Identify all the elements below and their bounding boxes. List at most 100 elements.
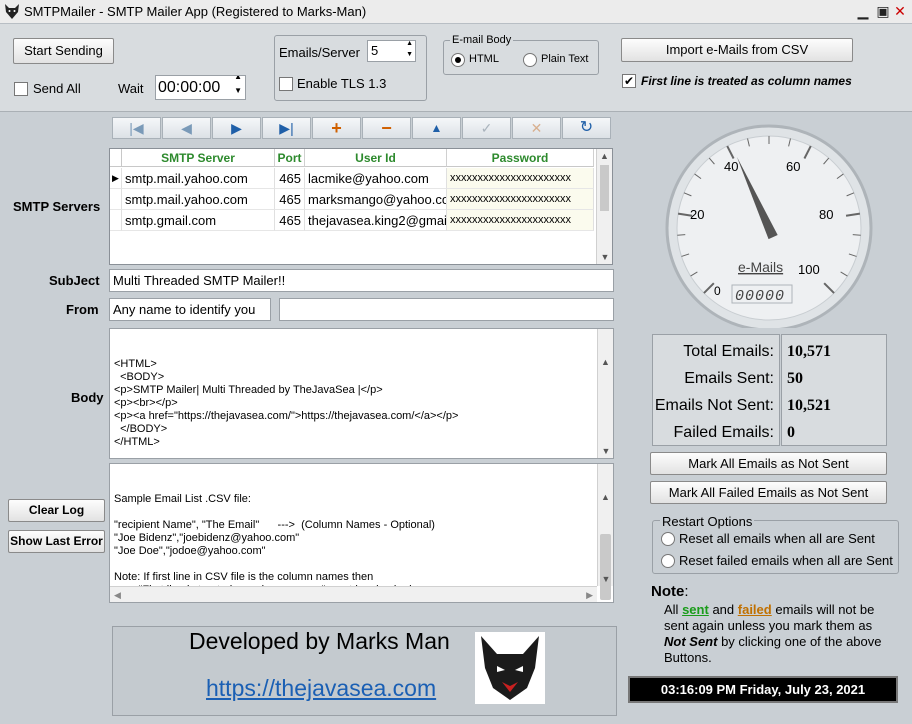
first-line-label: First line is treated as column names (641, 74, 852, 88)
gauge-tick (677, 234, 686, 236)
grid-scrollbar[interactable]: ▲ ▼ (596, 149, 612, 264)
clear-log-button[interactable]: Clear Log (8, 499, 105, 522)
gauge-tick-label: 40 (724, 159, 738, 174)
failed-emails-value: 0 (787, 424, 795, 441)
nav-cancel-button[interactable]: ✕ (512, 117, 561, 139)
emails-per-server-input[interactable]: 5 ▲ ▼ (367, 40, 416, 62)
cell-password[interactable]: xxxxxxxxxxxxxxxxxxxxxx (447, 189, 594, 210)
cell-server[interactable]: smtp.gmail.com (122, 210, 275, 231)
gauge-tick-label: 60 (786, 159, 800, 174)
nav-refresh-button[interactable]: ↻ (562, 117, 611, 139)
cell-server[interactable]: smtp.mail.yahoo.com (122, 168, 275, 189)
window-title: SMTPMailer - SMTP Mailer App (Registered… (24, 4, 367, 19)
first-line-checkbox[interactable]: ✔ (622, 74, 636, 88)
stats-values-panel: 10,571 50 10,521 0 (781, 334, 887, 446)
col-password[interactable]: Password (447, 149, 594, 167)
from-name-input[interactable]: Any name to identify you (109, 298, 271, 321)
smtp-servers-grid[interactable]: SMTP Server Port User Id Password ▶ smtp… (109, 148, 613, 265)
show-last-error-button[interactable]: Show Last Error (8, 530, 105, 553)
cell-user[interactable]: lacmike@yahoo.com (305, 168, 447, 189)
failed-emails-label: Failed Emails: (673, 424, 774, 441)
scroll-left-icon[interactable]: ◀ (114, 589, 121, 602)
nav-next-button[interactable]: ▶ (212, 117, 261, 139)
row-indicator-icon: ▶ (110, 168, 122, 189)
cell-port[interactable]: 465 (275, 189, 305, 210)
log-vscrollbar[interactable]: ▲ ▼ (597, 464, 613, 600)
scroll-up-icon[interactable]: ▲ (598, 490, 613, 504)
scroll-up-icon[interactable]: ▲ (597, 149, 612, 163)
mark-all-not-sent-button[interactable]: Mark All Emails as Not Sent (650, 452, 887, 475)
scroll-thumb[interactable] (600, 534, 611, 600)
nav-post-button[interactable]: ✓ (462, 117, 511, 139)
note-text: All sent and failed emails will not be s… (664, 602, 882, 665)
enable-tls-checkbox[interactable] (279, 77, 293, 91)
spin-down-icon[interactable]: ▼ (406, 50, 413, 60)
mark-failed-not-sent-button[interactable]: Mark All Failed Emails as Not Sent (650, 481, 887, 504)
html-radio-label: HTML (469, 53, 499, 65)
start-sending-button[interactable]: Start Sending (13, 38, 114, 64)
wait-spin-up-icon[interactable]: ▲ (234, 76, 242, 83)
nav-insert-button[interactable]: + (312, 117, 361, 139)
body-editor[interactable]: <HTML> <BODY> <p>SMTP Mailer| Multi Thre… (109, 328, 614, 459)
enable-tls-label: Enable TLS 1.3 (297, 76, 387, 91)
failed-keyword: failed (737, 602, 772, 617)
stats-labels-panel: Total Emails: Emails Sent: Emails Not Se… (652, 334, 780, 446)
note-heading: Note: (651, 583, 689, 600)
body-text: <HTML> <BODY> <p>SMTP Mailer| Multi Thre… (114, 358, 459, 448)
cell-port[interactable]: 465 (275, 210, 305, 231)
subject-input[interactable]: Multi Threaded SMTP Mailer!! (109, 269, 614, 292)
html-radio[interactable] (451, 53, 465, 67)
wolf-logo-icon (475, 632, 545, 704)
scroll-right-icon[interactable]: ▶ (586, 589, 593, 602)
col-smtp-server[interactable]: SMTP Server (122, 149, 275, 167)
gauge-tick (852, 234, 861, 236)
wait-time-input[interactable]: 00:00:00 ▲ ▼ (155, 75, 246, 100)
gauge-tick-label: 80 (819, 207, 833, 222)
log-hscrollbar[interactable]: ◀ ▶ (110, 586, 597, 602)
scroll-thumb[interactable] (600, 165, 609, 211)
emails-per-server-value: 5 (371, 43, 379, 58)
emails-sent-value: 50 (787, 370, 803, 387)
nav-first-button[interactable]: |◀ (112, 117, 161, 139)
plain-text-radio[interactable] (523, 53, 537, 67)
cell-user[interactable]: thejavasea.king2@gmai (305, 210, 447, 231)
grid-indicator-header (110, 149, 122, 167)
reset-failed-radio[interactable] (661, 554, 675, 568)
nav-last-button[interactable]: ▶| (262, 117, 311, 139)
cell-password[interactable]: xxxxxxxxxxxxxxxxxxxxxx (447, 210, 594, 231)
spin-up-icon[interactable]: ▲ (406, 41, 413, 49)
wait-label: Wait (118, 81, 144, 96)
scroll-up-icon[interactable]: ▲ (598, 355, 613, 369)
plain-text-radio-label: Plain Text (541, 53, 589, 65)
send-all-checkbox[interactable] (14, 82, 28, 96)
emails-gauge: 0 20 40 60 80 100 e-Mails 00000 (665, 124, 873, 328)
from-email-input[interactable] (279, 298, 614, 321)
close-button[interactable]: ✕ (889, 1, 911, 21)
wait-spin-down-icon[interactable]: ▼ (234, 85, 242, 97)
cell-server[interactable]: smtp.mail.yahoo.com (122, 189, 275, 210)
emails-per-server-label: Emails/Server (279, 45, 360, 60)
minimize-button[interactable]: ▁ (852, 1, 874, 21)
row-indicator (110, 189, 122, 210)
sent-keyword: sent (682, 602, 709, 617)
nav-delete-button[interactable]: − (362, 117, 411, 139)
scroll-down-icon[interactable]: ▼ (598, 444, 613, 458)
cell-user[interactable]: marksmango@yahoo.co (305, 189, 447, 210)
scroll-down-icon[interactable]: ▼ (597, 250, 613, 264)
col-port[interactable]: Port (275, 149, 305, 167)
cell-port[interactable]: 465 (275, 168, 305, 189)
wolf-logo-icon (5, 4, 19, 19)
log-memo[interactable]: Sample Email List .CSV file: "recipient … (109, 463, 614, 603)
log-text: Sample Email List .CSV file: "recipient … (114, 493, 435, 596)
scroll-down-icon[interactable]: ▼ (598, 572, 613, 586)
website-link[interactable]: https://thejavasea.com (206, 675, 436, 702)
nav-edit-button[interactable]: ▲ (412, 117, 461, 139)
col-user-id[interactable]: User Id (305, 149, 447, 167)
emails-sent-label: Emails Sent: (684, 370, 774, 387)
cell-password[interactable]: xxxxxxxxxxxxxxxxxxxxxx (447, 168, 594, 189)
nav-prior-button[interactable]: ◀ (162, 117, 211, 139)
smtp-servers-label: SMTP Servers (13, 199, 101, 214)
body-scrollbar[interactable]: ▲ ▼ (597, 329, 613, 458)
reset-all-radio[interactable] (661, 532, 675, 546)
import-emails-button[interactable]: Import e-Mails from CSV (621, 38, 853, 62)
